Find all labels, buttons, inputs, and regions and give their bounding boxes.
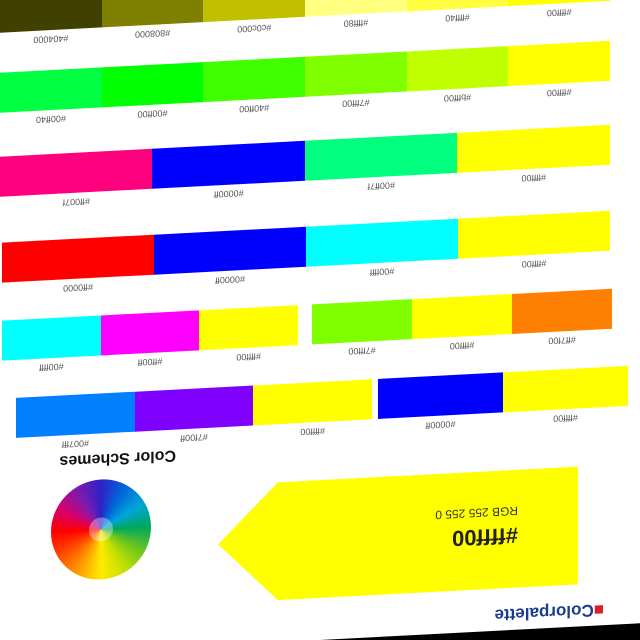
swatch-hex-code: #ff00ff bbox=[137, 356, 163, 368]
color-swatch[interactable]: #bfff00 bbox=[406, 46, 509, 104]
main-rgb-value: RGB 255 255 0 bbox=[435, 503, 518, 522]
swatch-hex-code: #ffff00 bbox=[236, 351, 261, 363]
color-swatch[interactable]: #00ff00 bbox=[101, 62, 204, 120]
swatch-hex-code: #00ff00 bbox=[137, 107, 168, 120]
swatch-hex-code: #7fff00 bbox=[342, 97, 370, 109]
swatch-hex-code: #ffff00 bbox=[546, 86, 572, 99]
swatch-hex-code: #7f00ff bbox=[180, 431, 208, 444]
swatch-hex-code: #0000ff bbox=[215, 273, 245, 286]
hero-section: #ffff00 RGB 255 255 0 Color Schemes bbox=[16, 432, 616, 613]
swatch-hex-code: #c0c000 bbox=[237, 22, 272, 35]
swatch-hex-code: #00ff7f bbox=[367, 180, 395, 192]
color-swatch[interactable]: #00ffff bbox=[2, 315, 101, 373]
swatch-hex-code: #ffff40 bbox=[445, 12, 470, 24]
color-swatch[interactable]: #ffff00 bbox=[458, 210, 610, 269]
color-swatch[interactable]: #ff007f bbox=[0, 148, 153, 207]
color-swatch[interactable]: #ffff00 bbox=[503, 365, 628, 424]
swatch-hex-code: #808000 bbox=[135, 27, 171, 40]
swatch-hex-code: #ffff00 bbox=[521, 258, 547, 270]
scheme-row: #ff7f00 #ffff00 #7fff00 bbox=[312, 273, 612, 359]
scheme-row: #ffff00 #7f00ff #007fff bbox=[16, 363, 372, 452]
scheme-swatches: #ffff00 #ff00ff #00ffff bbox=[2, 305, 298, 373]
scheme-swatches: #ffff00 #00ffff #0000ff #ff0000 bbox=[2, 210, 610, 293]
swatch-hex-code: #00ff40 bbox=[35, 113, 66, 125]
color-swatch[interactable]: #ffff00 bbox=[253, 379, 372, 437]
color-swatch[interactable]: #c0c000 bbox=[203, 0, 306, 34]
color-swatch[interactable]: #0000ff bbox=[152, 140, 305, 200]
color-swatch[interactable]: #404000 bbox=[0, 0, 102, 45]
swatch-hex-code: #0000ff bbox=[213, 187, 244, 200]
color-swatch[interactable]: #ffff00 bbox=[199, 305, 298, 362]
main-color-swatch[interactable]: #ffff00 RGB 255 255 0 bbox=[198, 466, 578, 604]
color-swatch[interactable]: #7f00ff bbox=[134, 385, 254, 443]
color-swatch[interactable]: #ffff40 bbox=[406, 0, 509, 23]
swatch-hex-code: #404000 bbox=[33, 33, 69, 46]
color-swatch[interactable]: #ff0000 bbox=[2, 234, 154, 293]
color-swatch[interactable]: #7fff00 bbox=[305, 51, 407, 109]
color-swatch[interactable]: #ffff00 bbox=[412, 293, 512, 351]
scheme-row: #ffff00 #00ff7f #0000ff #ff007f bbox=[0, 109, 610, 211]
brand-name: Colorpalette bbox=[494, 600, 594, 625]
color-swatch[interactable]: #808000 bbox=[101, 0, 204, 40]
logo-mark-icon: ■ bbox=[593, 600, 604, 620]
swatch-hex-code: #ffff00 bbox=[449, 339, 475, 352]
swatch-hex-code: #bfff00 bbox=[443, 92, 472, 104]
main-hex-value: #ffff00 bbox=[451, 522, 518, 552]
swatch-hex-code: #00ffff bbox=[39, 361, 64, 373]
swatch-hex-code: #ffff00 bbox=[553, 412, 578, 424]
color-swatch[interactable]: #ffff00 bbox=[457, 124, 610, 183]
swatch-hex-code: #40ff00 bbox=[239, 102, 270, 115]
scheme-swatches: #ffff00 #00ff7f #0000ff #ff007f bbox=[0, 124, 610, 207]
scheme-row: #ffff00 #0000ff bbox=[378, 350, 628, 433]
swatch-hex-code: #ffff00 bbox=[521, 172, 547, 184]
swatch-hex-code: #ffff80 bbox=[343, 17, 369, 29]
swatch-hex-code: #ff7f00 bbox=[548, 334, 576, 347]
swatch-hex-code: #ffff00 bbox=[300, 425, 325, 438]
color-swatch[interactable]: #ffff80 bbox=[305, 0, 407, 29]
brand-logo[interactable]: ■Colorpalette bbox=[495, 599, 604, 625]
color-wheel-panel: Color Schemes bbox=[36, 447, 176, 591]
color-sheet: ■Colorpalette #ffff00 RGB 255 255 0 Colo… bbox=[0, 0, 640, 640]
color-swatch[interactable]: #40ff00 bbox=[203, 56, 306, 114]
photo-stage: ■Colorpalette #ffff00 RGB 255 255 0 Colo… bbox=[0, 0, 640, 640]
swatch-hex-code: #00ffff bbox=[369, 266, 395, 278]
color-swatch[interactable]: #7fff00 bbox=[312, 299, 412, 357]
swatch-hex-code: #7fff00 bbox=[348, 345, 376, 357]
scheme-swatches: #ffff00 #0000ff bbox=[378, 365, 628, 430]
swatch-hex-code: #ff007f bbox=[62, 196, 90, 208]
color-swatch[interactable]: #ff00ff bbox=[100, 310, 200, 368]
scheme-swatches: #ffff00 #ffff40 #ffff80 #c0c000 #808000 #4040… bbox=[0, 0, 610, 45]
swatch-hex-code: #ffff00 bbox=[546, 6, 572, 19]
scheme-row: #ffff00 #ff00ff #00ffff bbox=[2, 289, 298, 375]
color-swatch[interactable]: #007fff bbox=[16, 391, 135, 450]
color-swatch[interactable]: #00ff40 bbox=[0, 67, 102, 125]
color-swatch[interactable]: #ffff00 bbox=[508, 0, 610, 18]
color-wheel-icon bbox=[51, 476, 151, 583]
color-swatch[interactable]: #00ff7f bbox=[305, 132, 458, 192]
swatch-hex-code: #0000ff bbox=[425, 418, 456, 431]
color-swatch[interactable]: #0000ff bbox=[154, 226, 306, 285]
scheme-swatches: #ffff00 #7f00ff #007fff bbox=[16, 379, 372, 450]
color-swatch[interactable]: #00ffff bbox=[306, 218, 458, 277]
color-swatch[interactable]: #ffff00 bbox=[508, 40, 610, 98]
scheme-swatches: #ff7f00 #ffff00 #7fff00 bbox=[312, 288, 612, 357]
color-swatch[interactable]: #ff7f00 bbox=[512, 288, 612, 346]
color-swatch[interactable]: #0000ff bbox=[378, 372, 503, 430]
scheme-swatches: #ffff00 #bfff00 #7fff00 #40ff00 #00ff00 #00ff… bbox=[0, 40, 610, 125]
swatch-hex-code: #ff0000 bbox=[63, 281, 93, 294]
